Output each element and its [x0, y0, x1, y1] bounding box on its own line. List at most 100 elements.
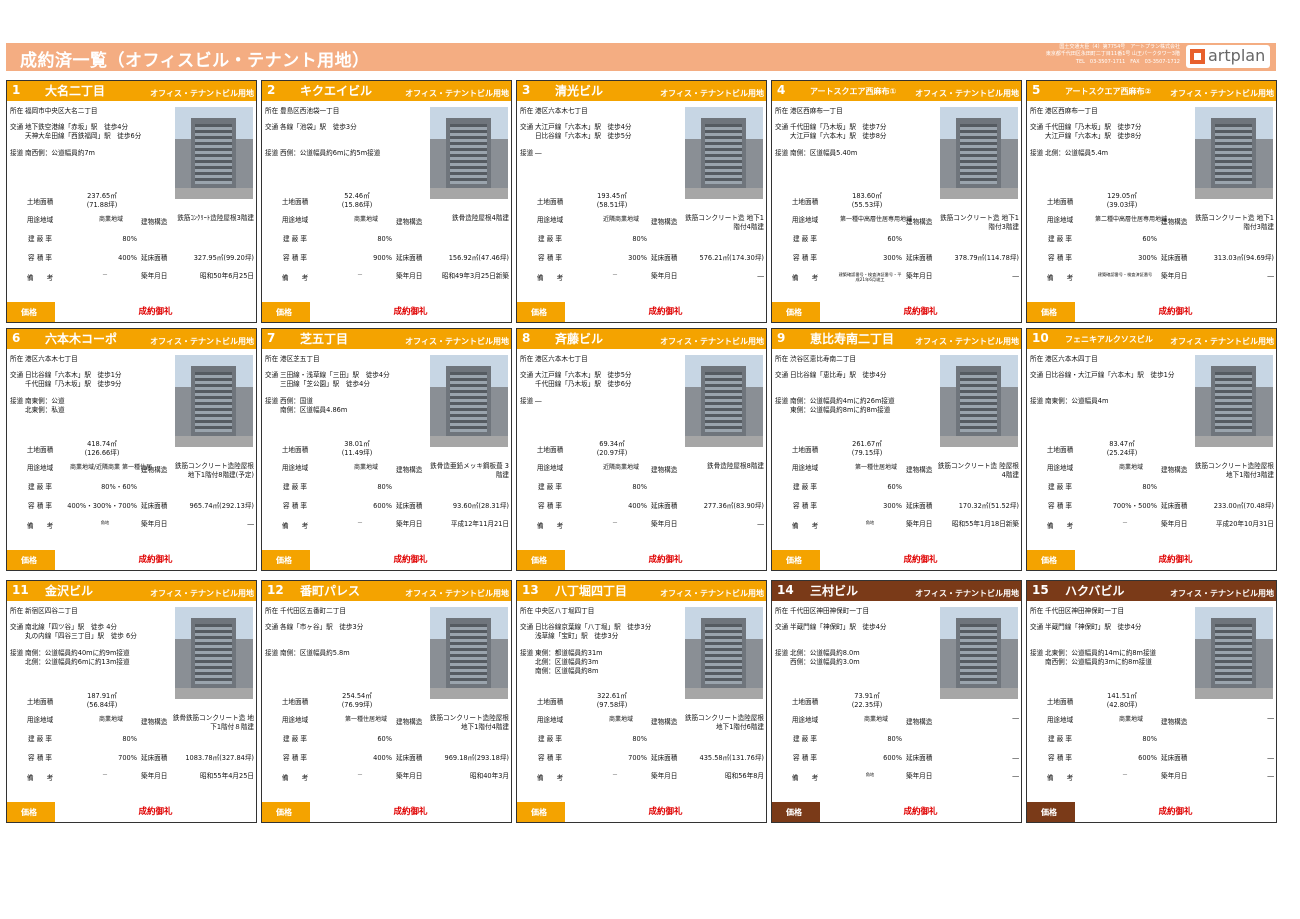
property-card[interactable]: 12 番町パレス オフィス・テナントビル用地 所在 千代田区五番町二丁目 交通 各線…	[261, 580, 512, 823]
road-block: 接道 南西側：公道幅員約7m	[10, 149, 95, 158]
card-header: 6 六本木コーポ オフィス・テナントビル用地	[7, 329, 256, 349]
card-body: 所在 港区西麻布一丁目 交通 千代田線「乃木坂」駅 徒歩7分 大江戸線「六本木」駅 徒…	[1027, 101, 1276, 303]
land-area-label: 土地面積	[1046, 698, 1074, 706]
road-block: 接道 南側：公道幅員約40mに約9m接道 北側：公道幅員約6mに約13m接道	[10, 649, 130, 667]
property-card[interactable]: 2 キクエイビル オフィス・テナントビル用地 所在 豊島区西池袋一丁目 交通 各線「…	[261, 80, 512, 323]
built-label: 築年月日	[396, 272, 423, 280]
property-card[interactable]: 7 芝五丁目 オフィス・テナントビル用地 所在 港区芝五丁目 交通 三田線・浅草線「…	[261, 328, 512, 571]
address-row: 所在 豊島区西池袋一丁目	[265, 107, 339, 116]
coverage-label: 建 蔽 率	[283, 235, 307, 243]
structure-label: 建物構造	[906, 718, 933, 726]
road-block: 接道 西側：国道 南側：区道幅員4.86m	[265, 397, 347, 415]
price-label: 価格	[21, 308, 37, 317]
card-number: 3	[522, 83, 531, 97]
land-tsubo-value: (56.84坪)	[86, 701, 118, 709]
property-card[interactable]: 4 アートスクエア西麻布① オフィス・テナントビル用地 所在 港区西麻布一丁目 交…	[771, 80, 1022, 323]
transit-block: 交通 日比谷線「恵比寿」駅 徒歩4分	[775, 371, 887, 380]
road-line: 南側：区道幅員5.40m	[790, 149, 858, 157]
land-tsubo-value: (42.80坪)	[1106, 701, 1138, 709]
property-card[interactable]: 6 六本木コーポ オフィス・テナントビル用地 所在 港区六本木七丁目 交通 日比谷線…	[6, 328, 257, 571]
land-tsubo-value: (126.66坪)	[84, 449, 120, 457]
road-label: 接道	[265, 649, 279, 657]
property-card[interactable]: 10 フェニキアルクソスビル オフィス・テナントビル用地 所在 港区六本木四丁目 …	[1026, 328, 1277, 571]
land-area-label: 土地面積	[536, 198, 564, 206]
transit-block: 交通 千代田線「乃木坂」駅 徒歩7分 大江戸線「六本木」駅 徒歩8分	[1030, 123, 1142, 141]
card-body: 所在 港区六本木四丁目 交通 日比谷線・大江戸線「六本木」駅 徒歩1分 接道 南東側：…	[1027, 349, 1276, 551]
property-category: オフィス・テナントビル用地	[405, 89, 509, 98]
property-photo	[430, 607, 508, 699]
property-name: 大名二丁目	[45, 84, 106, 98]
property-photo	[685, 355, 763, 447]
land-tsubo-value: (15.86坪)	[341, 201, 373, 209]
land-area-value: 193.45㎡	[597, 192, 627, 200]
floor-area-label: 延床面積	[651, 254, 678, 262]
land-tsubo-value: (55.53坪)	[851, 201, 883, 209]
property-card[interactable]: 1 大名二丁目 オフィス・テナントビル用地 所在 福岡市中央区大名二丁目 交通 地下…	[6, 80, 257, 323]
floor-area-label: 延床面積	[396, 754, 423, 762]
card-header: 9 恵比寿南二丁目 オフィス・テナントビル用地	[772, 329, 1021, 349]
price-label: 価格	[21, 556, 37, 565]
property-photo	[685, 107, 763, 199]
land-area-value: 418.74㎡	[87, 440, 117, 448]
transit-line: 大江戸線「六本木」駅 徒歩5分	[535, 371, 632, 379]
address-value: 渋谷区恵比寿南二丁目	[790, 355, 856, 363]
floor-area-label: 延床面積	[396, 502, 423, 510]
card-number: 6	[12, 331, 21, 345]
property-card[interactable]: 15 ハクバビル オフィス・テナントビル用地 所在 千代田区神田神保町一丁目 交通…	[1026, 580, 1277, 823]
price-value: 成約御礼	[55, 550, 256, 570]
transit-line: 浅草線「宝町」駅 徒歩3分	[535, 632, 619, 640]
road-line: 西側：公道幅員約3.0m	[790, 658, 860, 666]
property-card[interactable]: 13 八丁堀四丁目 オフィス・テナントビル用地 所在 中央区八丁堀四丁目 交通 日比…	[516, 580, 767, 823]
property-card[interactable]: 9 恵比寿南二丁目 オフィス・テナントビル用地 所在 渋谷区恵比寿南二丁目 交通日…	[771, 328, 1022, 571]
road-label: 接道	[775, 649, 789, 657]
address-label: 所在	[775, 355, 789, 363]
address-row: 所在 港区芝五丁目	[265, 355, 320, 364]
road-line: 西側：公道幅員約6mに約5m接道	[280, 149, 381, 157]
property-category: オフィス・テナントビル用地	[915, 337, 1019, 346]
price-bar: 価格 成約御礼	[262, 302, 511, 322]
address-row: 所在 港区西麻布一丁目	[775, 107, 843, 116]
transit-label: 交通	[265, 123, 279, 131]
card-body: 所在 中央区八丁堀四丁目 交通 日比谷線京葉線「八丁堀」駅 徒歩3分 浅草線「宝町」駅…	[517, 601, 766, 803]
remarks-value: ―	[102, 272, 108, 277]
address-label: 所在	[520, 355, 534, 363]
floor-area-label: 延床面積	[651, 502, 678, 510]
transit-line: 千代田線「乃木坂」駅 徒歩6分	[535, 380, 632, 388]
property-name: 番町パレス	[300, 584, 361, 598]
structure-label: 建物構造	[141, 218, 168, 226]
address-label: 所在	[265, 607, 279, 615]
structure-label: 建物構造	[396, 218, 423, 226]
property-name: 八丁堀四丁目	[555, 584, 628, 598]
remarks-label: 備 考	[536, 522, 564, 530]
road-line: 北東側：私道	[25, 406, 65, 414]
remarks-value: ―	[1122, 772, 1128, 777]
floor-area-value: ―	[1267, 754, 1274, 762]
property-card[interactable]: 5 アートスクエア西麻布② オフィス・テナントビル用地 所在 港区西麻布一丁目 交…	[1026, 80, 1277, 323]
address-row: 所在 中央区八丁堀四丁目	[520, 607, 594, 616]
property-card[interactable]: 3 清光ビル オフィス・テナントビル用地 所在 港区六本木七丁目 交通 大江戸線「六…	[516, 80, 767, 323]
built-label: 築年月日	[651, 520, 678, 528]
price-value: 成約御礼	[1075, 550, 1276, 570]
structure-label: 建物構造	[1161, 466, 1188, 474]
built-value: ―	[1012, 272, 1019, 280]
property-photo	[1195, 107, 1273, 199]
floor-area-value: ―	[1012, 754, 1019, 762]
floor-area-label: 延床面積	[906, 502, 933, 510]
property-card[interactable]: 14 三村ビル オフィス・テナントビル用地 所在 千代田区神田神保町一丁目 交通半…	[771, 580, 1022, 823]
address-label: 所在	[1030, 355, 1044, 363]
coverage-value: 80%	[632, 735, 647, 743]
far-value: 700%	[628, 754, 647, 762]
transit-line: 千代田線「乃木坂」駅 徒歩7分	[790, 123, 887, 131]
zoning-label: 用途地域	[281, 464, 309, 472]
road-block: 接道 西側：公道幅員約6mに約5m接道	[265, 149, 380, 158]
property-card[interactable]: 11 金沢ビル オフィス・テナントビル用地 所在 新宿区四谷二丁目 交通 南北線「四…	[6, 580, 257, 823]
built-label: 築年月日	[906, 520, 933, 528]
built-label: 築年月日	[396, 772, 423, 780]
far-label: 容 積 率	[538, 754, 562, 762]
property-card[interactable]: 8 斉藤ビル オフィス・テナントビル用地 所在 港区六本木七丁目 交通 大江戸線「六…	[516, 328, 767, 571]
card-body: 所在 港区六本木七丁目 交通 大江戸線「六本木」駅 徒歩4分 日比谷線「六本木」駅 徒…	[517, 101, 766, 303]
structure-value: 鉄筋コンクリート造陸屋根 地下1階付8階建(予定)	[174, 462, 254, 479]
address-value: 港区六本木七丁目	[535, 355, 588, 363]
address-label: 所在	[265, 107, 279, 115]
transit-label: 交通	[265, 623, 279, 631]
